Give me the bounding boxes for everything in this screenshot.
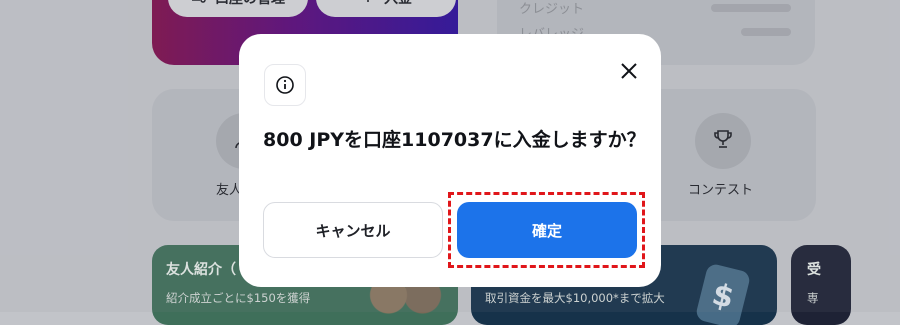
cancel-button[interactable]: キャンセル: [263, 202, 443, 258]
close-button[interactable]: [615, 59, 643, 87]
info-icon: [264, 64, 306, 106]
deposit-confirm-dialog: 800 JPYを口座1107037に入金しますか？ キャンセル 確定: [239, 34, 661, 287]
close-icon: [620, 62, 638, 84]
confirm-message: 800 JPYを口座1107037に入金しますか？: [263, 129, 646, 151]
confirm-button[interactable]: 確定: [457, 202, 637, 258]
